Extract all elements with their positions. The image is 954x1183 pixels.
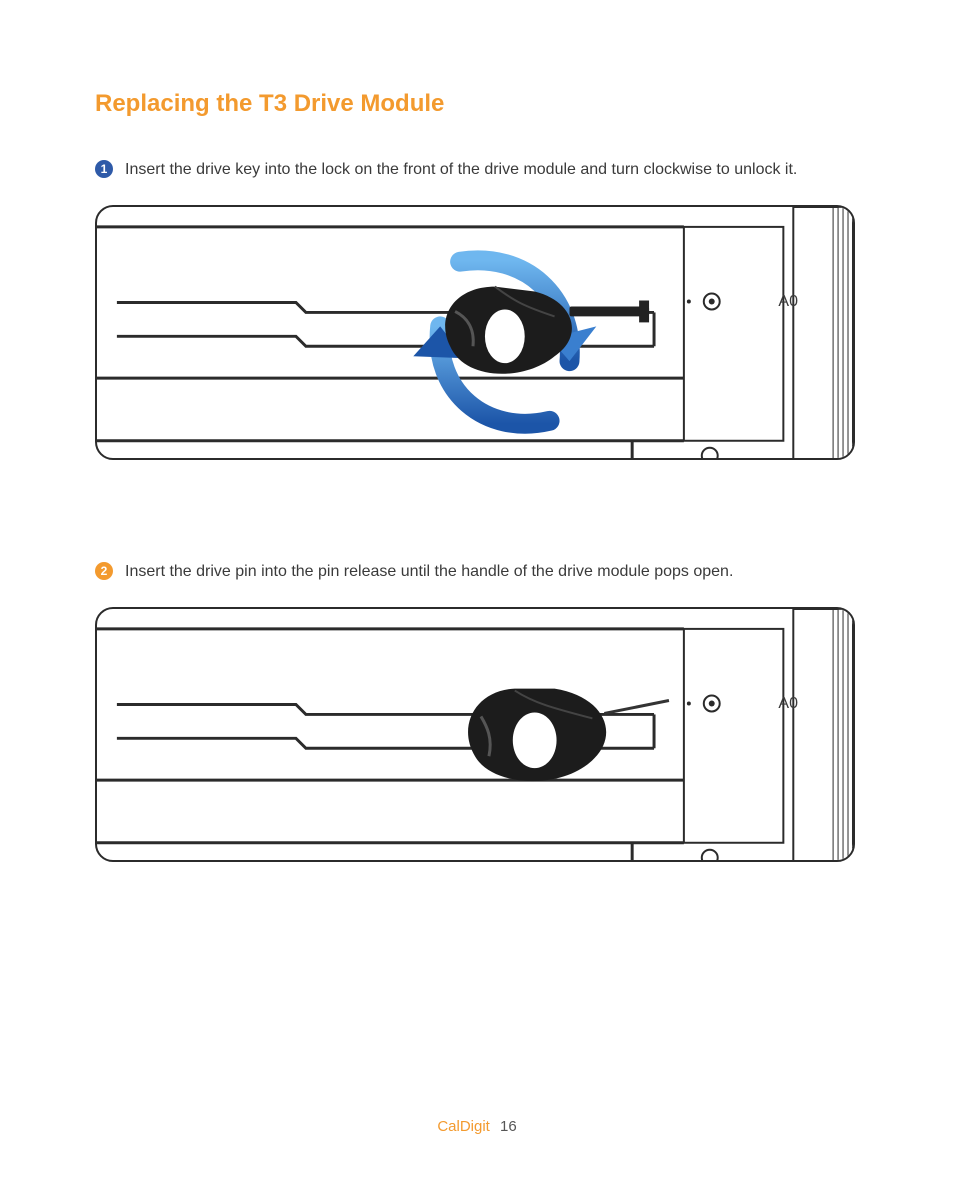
drive-label-a0-2: A0: [778, 695, 798, 713]
figure-key-unlock: A0: [95, 205, 855, 460]
step-2-text: Insert the drive pin into the pin releas…: [125, 560, 733, 583]
footer-page: 16: [500, 1118, 517, 1135]
drive-module-illustration-1: [97, 207, 853, 460]
drive-pin-icon: [468, 689, 669, 782]
step-bullet-2-icon: 2: [95, 562, 113, 580]
page-footer: CalDigit 16: [0, 1118, 954, 1135]
drive-key-icon: [445, 287, 649, 374]
drive-module-illustration-2: [97, 609, 853, 862]
step-1-text: Insert the drive key into the lock on th…: [125, 158, 797, 181]
page-title: Replacing the T3 Drive Module: [95, 90, 864, 118]
step-bullet-1-icon: 1: [95, 160, 113, 178]
step-1: 1 Insert the drive key into the lock on …: [95, 158, 864, 181]
drive-label-a0: A0: [778, 293, 798, 311]
footer-brand: CalDigit: [437, 1118, 490, 1135]
step-2: 2 Insert the drive pin into the pin rele…: [95, 560, 864, 583]
figure-pin-release: A0: [95, 607, 855, 862]
